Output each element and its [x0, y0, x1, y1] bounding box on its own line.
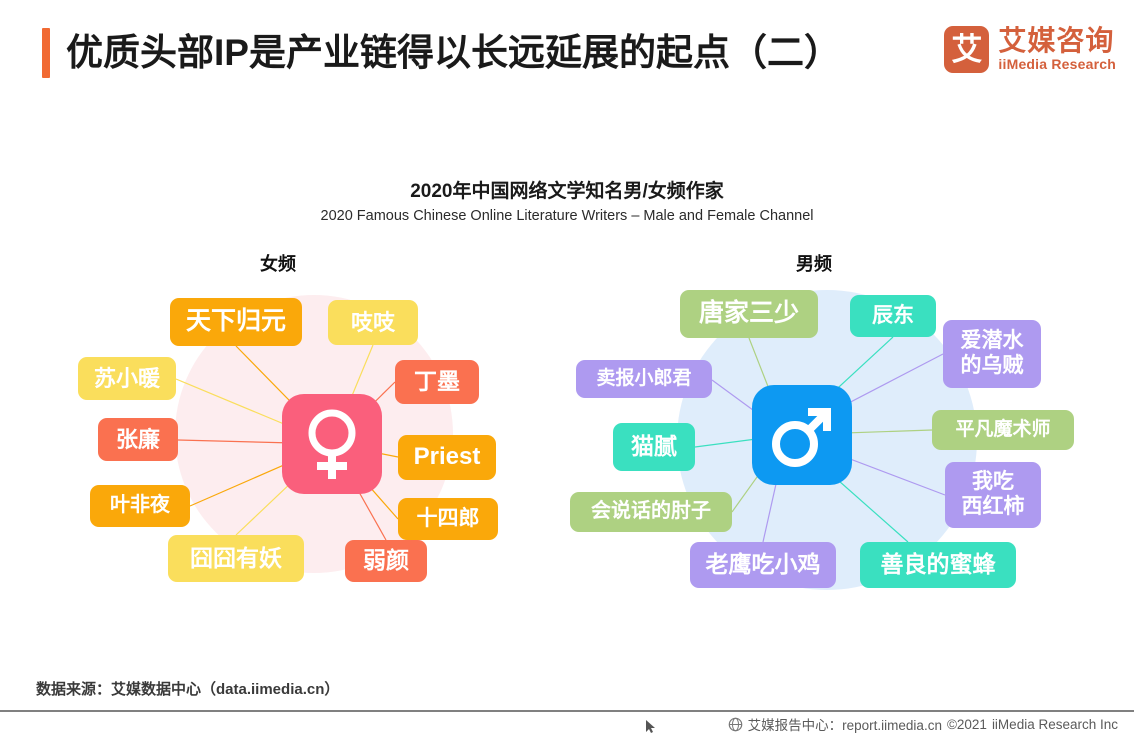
author-tag[interactable]: 善良的蜜蜂 [860, 542, 1016, 588]
logo-name-en: iiMedia Research [998, 55, 1116, 72]
author-tag[interactable]: 猫腻 [613, 423, 695, 471]
title-accent-bar [42, 28, 50, 78]
author-tag[interactable]: 辰东 [850, 295, 936, 337]
author-tag[interactable]: 叶非夜 [90, 485, 190, 527]
author-tag[interactable]: Priest [398, 435, 496, 480]
author-tag[interactable]: 老鹰吃小鸡 [690, 542, 836, 588]
chart-subtitle: 2020 Famous Chinese Online Literature Wr… [320, 208, 814, 224]
brand-logo: 艾 艾媒咨询 iiMedia Research [944, 26, 1116, 73]
author-tag[interactable]: 张廉 [98, 418, 178, 461]
author-tag[interactable]: 囧囧有妖 [168, 535, 304, 582]
author-tag[interactable]: 平凡魔术师 [932, 410, 1074, 450]
mouse-cursor-icon [646, 720, 655, 733]
author-tag[interactable]: 苏小暖 [78, 357, 176, 400]
logo-mark-icon: 艾 [944, 26, 990, 73]
hub-female-gender-icon [282, 394, 382, 494]
cluster-female: 天下归元 吱吱丁墨 Priest 十四郎 弱颜 囧囧有妖 叶非夜 张廉 苏小暖 [40, 270, 540, 620]
author-tag[interactable]: 卖报小郎君 [576, 360, 712, 398]
author-tag[interactable]: 十四郎 [398, 498, 498, 540]
author-tag[interactable]: 唐家三少 [680, 290, 818, 338]
hub-male-gender-icon [752, 385, 852, 485]
author-tag[interactable]: 会说话的肘子 [570, 492, 732, 532]
company-text: iiMedia Research Inc [991, 716, 1118, 732]
infographic-page: 优质头部IP是产业链得以长远延展的起点（二） 艾 艾媒咨询 iiMedia Re… [0, 0, 1134, 737]
report-center-text[interactable]: 艾媒报告中心：report.iimedia.cn [748, 714, 942, 734]
author-tag[interactable]: 弱颜 [345, 540, 427, 582]
copyright-text: ©2021 [946, 716, 987, 732]
author-tag[interactable]: 爱潜水 的乌贼 [943, 320, 1041, 388]
logo-text: 艾媒咨询 iiMedia Research [998, 26, 1116, 72]
chart-title: 2020年中国网络文学知名男/女频作家 [410, 181, 724, 202]
page-header: 优质头部IP是产业链得以长远延展的起点（二） 艾 艾媒咨询 iiMedia Re… [0, 0, 1134, 110]
logo-name-cn: 艾媒咨询 [998, 25, 1115, 57]
data-source-text: 数据来源：艾媒数据中心（data.iimedia.cn） [36, 681, 340, 698]
author-tag[interactable]: 丁墨 [395, 360, 479, 404]
author-tag[interactable]: 天下归元 [170, 298, 302, 346]
cluster-male: 唐家三少 辰东 爱潜水 的乌贼平凡魔术师我吃 西红柿善良的蜜蜂 老鹰吃小鸡 会说话的肘子… [560, 270, 1120, 620]
footer-divider [0, 710, 1134, 712]
author-tag[interactable]: 吱吱 [328, 300, 418, 345]
author-tag[interactable]: 我吃 西红柿 [945, 462, 1041, 528]
page-title: 优质头部IP是产业链得以长远延展的起点（二） [66, 32, 841, 73]
globe-icon [728, 717, 743, 732]
footer-info: 艾媒报告中心：report.iimedia.cn ©2021 iiMedia R… [728, 714, 1118, 734]
